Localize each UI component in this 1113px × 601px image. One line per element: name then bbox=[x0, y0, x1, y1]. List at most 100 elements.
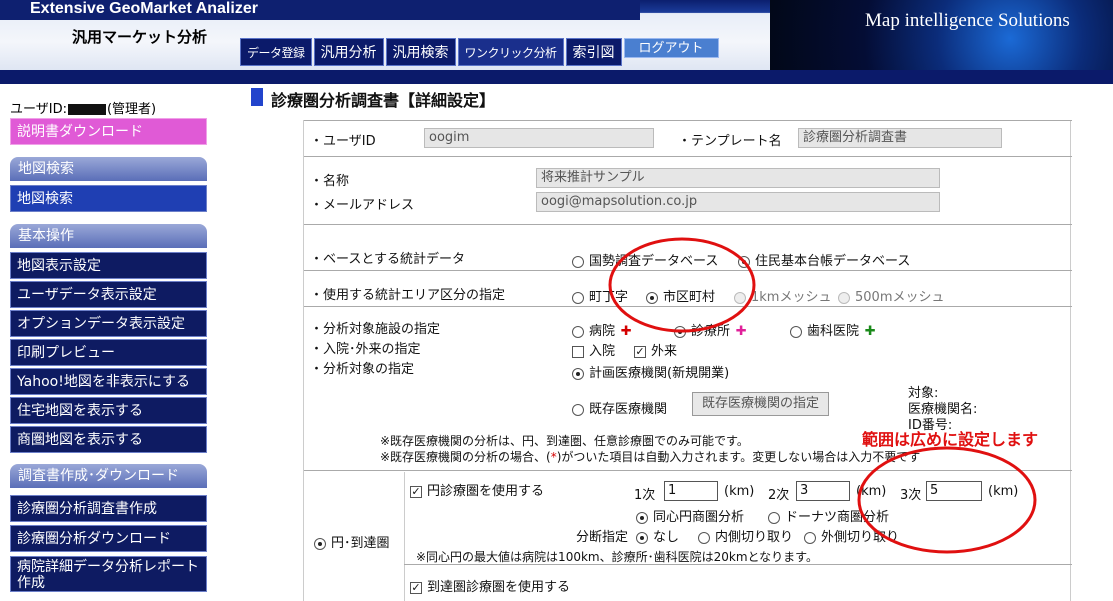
outpatient-option[interactable]: ✓ 外来 bbox=[634, 340, 677, 359]
hospital-plus-icon: ✚ bbox=[620, 324, 632, 339]
sidebar-item-option-data-display[interactable]: オプションデータ表示設定 bbox=[10, 310, 207, 337]
sidebar-item-hide-yahoo-map[interactable]: Yahoo!地図を非表示にする bbox=[10, 368, 207, 395]
main-nav: データ登録 汎用分析 汎用検索 ワンクリック分析 索引図 ログアウト bbox=[240, 38, 719, 66]
radius-3-input[interactable]: 5 bbox=[926, 481, 982, 501]
tab-data-register[interactable]: データ登録 bbox=[240, 38, 312, 66]
target-label: ・分析対象の指定 bbox=[310, 362, 415, 377]
section-basic: 基本操作 bbox=[10, 224, 207, 248]
radio-town[interactable] bbox=[572, 291, 584, 304]
radio-resident[interactable] bbox=[738, 255, 750, 268]
header-stripe bbox=[0, 70, 1113, 84]
radius-3-unit: (km) bbox=[988, 484, 1019, 499]
facility-clinic-option[interactable]: 診療所 ✚ bbox=[674, 320, 748, 339]
area-unit-500m-option[interactable]: 500mメッシュ bbox=[838, 286, 944, 305]
title-marker bbox=[251, 88, 263, 106]
divider bbox=[304, 470, 1072, 471]
radio-city[interactable] bbox=[646, 291, 658, 304]
use-circle-option[interactable]: ✓ 円診療圏を使用する bbox=[410, 480, 544, 499]
checkbox-outpatient[interactable]: ✓ bbox=[634, 345, 646, 358]
facility-hospital-option[interactable]: 病院 ✚ bbox=[572, 320, 633, 339]
annotation-text: 範囲は広めに設定します bbox=[862, 430, 1039, 449]
radio-clinic[interactable] bbox=[674, 325, 686, 338]
area-unit-city-option[interactable]: 市区町村 bbox=[646, 286, 715, 305]
base-stats-label: ・ベースとする統計データ bbox=[310, 252, 465, 267]
donut-option[interactable]: ドーナツ商圏分析 bbox=[768, 506, 889, 525]
name-label: ・名称 bbox=[310, 174, 350, 189]
checkbox-use-circle[interactable]: ✓ bbox=[410, 485, 422, 498]
sidebar-item-hospital-report[interactable]: 病院詳細データ分析レポート作成 bbox=[10, 556, 207, 592]
email-field: oogi@mapsolution.co.jp bbox=[536, 192, 940, 212]
radius-2-input[interactable]: 3 bbox=[796, 481, 850, 501]
download-manual-button[interactable]: 説明書ダウンロード bbox=[10, 118, 207, 145]
split-label: 分断指定 bbox=[576, 530, 629, 545]
divider bbox=[304, 270, 1072, 271]
radio-planned[interactable] bbox=[572, 367, 584, 380]
base-stats-resident-option[interactable]: 住民基本台帳データベース bbox=[738, 250, 910, 269]
target-existing-option[interactable]: 既存医療機関 bbox=[572, 398, 667, 417]
concentric-option[interactable]: 同心円商圏分析 bbox=[636, 506, 744, 525]
clinic-plus-icon: ✚ bbox=[735, 324, 747, 339]
tab-index-map[interactable]: 索引図 bbox=[565, 38, 622, 66]
radio-donut[interactable] bbox=[768, 511, 780, 524]
radio-dental[interactable] bbox=[790, 325, 802, 338]
tab-general-analysis[interactable]: 汎用分析 bbox=[313, 38, 384, 66]
radius-2-unit: (km) bbox=[856, 484, 887, 499]
sidebar-item-map-display[interactable]: 地図表示設定 bbox=[10, 252, 207, 279]
sidebar-item-show-trade-area-map[interactable]: 商圏地図を表示する bbox=[10, 426, 207, 453]
radio-concentric[interactable] bbox=[636, 511, 648, 524]
divider bbox=[404, 564, 1072, 565]
max-radius-note: ※同心円の最大値は病院は100km、診療所･歯科医院は20kmとなります。 bbox=[416, 550, 818, 564]
use-reach-option[interactable]: ✓ 到達圏診療圏を使用する bbox=[410, 576, 570, 595]
checkbox-use-reach[interactable]: ✓ bbox=[410, 581, 422, 594]
page-title: 診療圏分析調査書【詳細設定】 bbox=[271, 91, 496, 110]
dental-plus-icon: ✚ bbox=[864, 324, 876, 339]
radio-hospital[interactable] bbox=[572, 325, 584, 338]
area-unit-town-option[interactable]: 町丁字 bbox=[572, 286, 628, 305]
inpatient-option[interactable]: 入院 bbox=[572, 340, 615, 359]
radio-1km[interactable] bbox=[734, 291, 746, 304]
section-report: 調査書作成･ダウンロード bbox=[10, 464, 207, 488]
radio-split-none[interactable] bbox=[636, 531, 648, 544]
divider bbox=[304, 306, 1072, 307]
radio-split-inner[interactable] bbox=[698, 531, 710, 544]
main-content: 診療圏分析調査書【詳細設定】 ・ユーザID oogim ・テンプレート名 診療圏… bbox=[213, 84, 1113, 601]
target-planned-option[interactable]: 計画医療機関(新規開業) bbox=[572, 362, 729, 381]
split-none-option[interactable]: なし bbox=[636, 526, 679, 545]
radio-500m[interactable] bbox=[838, 291, 850, 304]
base-stats-census-option[interactable]: 国勢調査データベース bbox=[572, 250, 718, 269]
sidebar-item-print-preview[interactable]: 印刷プレビュー bbox=[10, 339, 207, 366]
radius-2-label: 2次 bbox=[768, 488, 790, 503]
split-outer-option[interactable]: 外側切り取り bbox=[804, 526, 899, 545]
settings-form: ・ユーザID oogim ・テンプレート名 診療圏分析調査書 ・名称 将来推計サ… bbox=[303, 120, 1072, 601]
split-inner-option[interactable]: 内側切り取り bbox=[698, 526, 793, 545]
sidebar-item-show-housing-map[interactable]: 住宅地図を表示する bbox=[10, 397, 207, 424]
sidebar-item-create-report[interactable]: 診療圏分析調査書作成 bbox=[10, 495, 207, 522]
select-existing-button[interactable]: 既存医療機関の指定 bbox=[692, 392, 830, 416]
radio-existing[interactable] bbox=[572, 403, 584, 416]
mode-circle-reach-option[interactable]: 円･到達圏 bbox=[314, 532, 390, 551]
note-existing-analysis: ※既存医療機関の分析は、円、到達圏、任意診療圏でのみ可能です。 bbox=[380, 434, 749, 448]
radio-split-outer[interactable] bbox=[804, 531, 816, 544]
tab-one-click-analysis[interactable]: ワンクリック分析 bbox=[457, 38, 564, 66]
note-auto-input: ※既存医療機関の分析の場合、(*)がついた項目は自動入力されます。変更しない場合… bbox=[380, 450, 921, 464]
email-label: ・メールアドレス bbox=[310, 198, 415, 213]
logout-button[interactable]: ログアウト bbox=[623, 38, 719, 58]
tab-general-search[interactable]: 汎用検索 bbox=[385, 38, 456, 66]
radius-1-label: 1次 bbox=[634, 488, 656, 503]
checkbox-inpatient[interactable] bbox=[572, 345, 584, 358]
user-id-label: ・ユーザID bbox=[310, 134, 376, 149]
radius-1-input[interactable]: 1 bbox=[664, 481, 718, 501]
divider bbox=[304, 156, 1072, 157]
facility-dental-option[interactable]: 歯科医院 ✚ bbox=[790, 320, 877, 339]
user-id-label: ユーザID: bbox=[10, 102, 67, 117]
brand-logo: Map intelligence Solutions bbox=[865, 10, 1070, 31]
area-unit-1km-option[interactable]: 1kmメッシュ bbox=[734, 286, 831, 305]
sidebar-item-download-report[interactable]: 診療圏分析ダウンロード bbox=[10, 525, 207, 552]
section-map-search: 地図検索 bbox=[10, 157, 207, 181]
sidebar: ユーザID: (管理者) 説明書ダウンロード 地図検索 地図検索 基本操作 地図表… bbox=[0, 84, 213, 601]
radio-census[interactable] bbox=[572, 255, 584, 268]
sidebar-item-map-search[interactable]: 地図検索 bbox=[10, 185, 207, 212]
radius-1-unit: (km) bbox=[724, 484, 755, 499]
radio-circle-reach[interactable] bbox=[314, 537, 326, 550]
sidebar-item-user-data-display[interactable]: ユーザデータ表示設定 bbox=[10, 281, 207, 308]
